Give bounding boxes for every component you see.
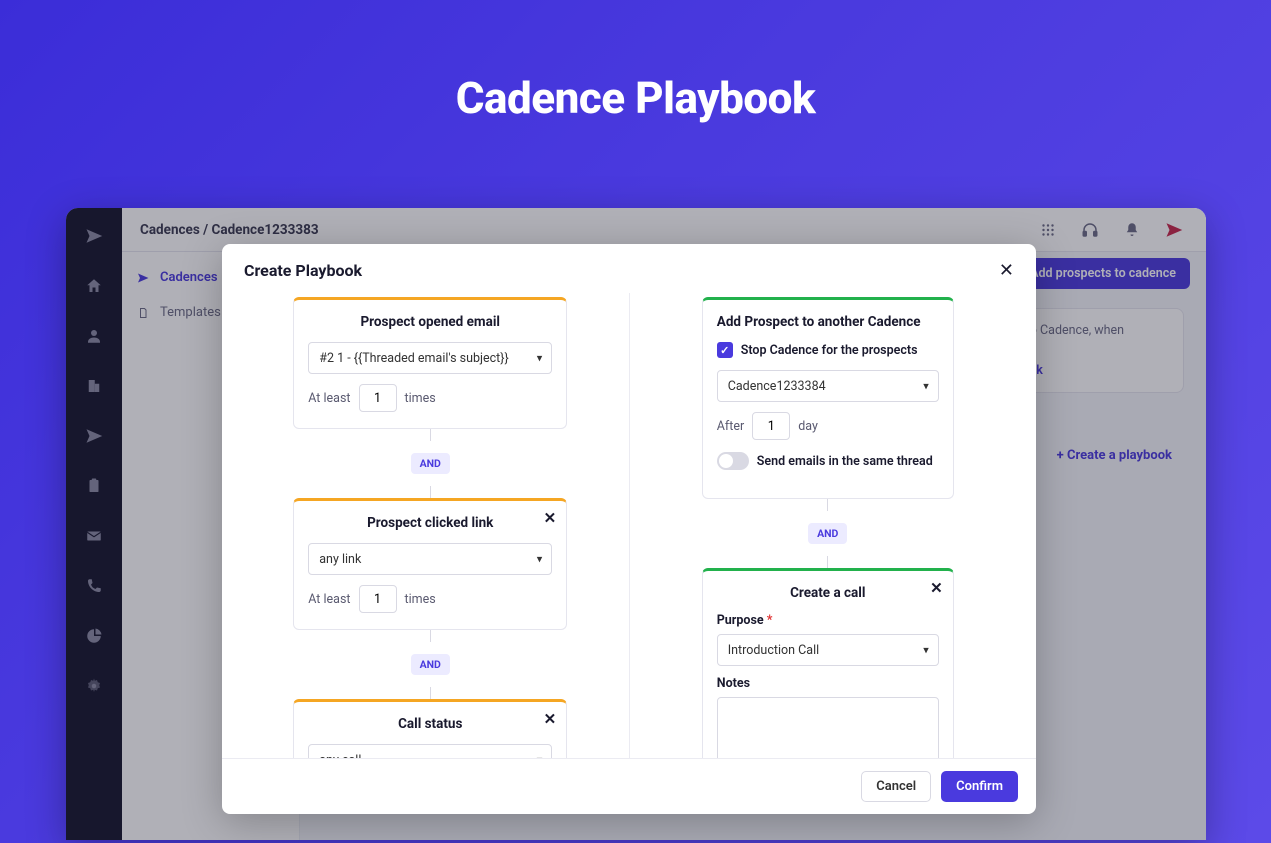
times-label: times — [405, 391, 436, 406]
and-badge: AND — [411, 453, 450, 474]
trigger-clicked-link: ✕ Prospect clicked link any link At leas… — [293, 498, 567, 630]
close-icon[interactable]: ✕ — [999, 260, 1014, 281]
and-badge: AND — [808, 523, 847, 544]
at-least-label: At least — [308, 391, 350, 406]
stop-cadence-checkbox[interactable]: ✓ — [717, 342, 733, 358]
triggers-column: Prospect opened email #2 1 - {{Threaded … — [232, 293, 630, 758]
stop-cadence-label: Stop Cadence for the prospects — [741, 343, 918, 358]
at-least-input[interactable] — [359, 384, 397, 412]
email-select[interactable]: #2 1 - {{Threaded email's subject}} — [308, 342, 552, 374]
same-thread-label: Send emails in the same thread — [757, 454, 933, 469]
after-days-input[interactable] — [752, 412, 790, 440]
call-select[interactable]: any call — [308, 744, 552, 758]
trigger-call-status: ✕ Call status any call Answered — [293, 699, 567, 758]
action-title: Create a call — [717, 585, 939, 601]
create-playbook-modal: Create Playbook ✕ Prospect opened email … — [222, 244, 1036, 814]
modal-body: Prospect opened email #2 1 - {{Threaded … — [222, 293, 1036, 758]
remove-trigger-icon[interactable]: ✕ — [544, 710, 557, 728]
modal-header: Create Playbook ✕ — [222, 244, 1036, 293]
remove-action-icon[interactable]: ✕ — [930, 579, 943, 597]
remove-trigger-icon[interactable]: ✕ — [544, 509, 557, 527]
same-thread-toggle[interactable] — [717, 452, 749, 470]
at-least-label: At least — [308, 592, 350, 607]
cancel-button[interactable]: Cancel — [861, 771, 931, 802]
purpose-select[interactable]: Introduction Call — [717, 634, 939, 666]
trigger-title: Prospect opened email — [308, 314, 552, 330]
notes-label: Notes — [717, 676, 939, 691]
app-window: Cadences / Cadence1233383 — [66, 208, 1206, 840]
action-create-call: ✕ Create a call Purpose * Introduction C… — [702, 568, 954, 758]
after-label: After — [717, 419, 744, 434]
notes-textarea[interactable] — [717, 697, 939, 758]
modal-footer: Cancel Confirm — [222, 758, 1036, 814]
target-cadence-select[interactable]: Cadence1233384 — [717, 370, 939, 402]
purpose-label: Purpose * — [717, 613, 939, 628]
at-least-input[interactable] — [359, 585, 397, 613]
trigger-title: Prospect clicked link — [308, 515, 552, 531]
times-label: times — [405, 592, 436, 607]
trigger-title: Call status — [308, 716, 552, 732]
and-badge: AND — [411, 654, 450, 675]
modal-title: Create Playbook — [244, 261, 362, 280]
day-label: day — [798, 419, 818, 434]
action-add-cadence: Add Prospect to another Cadence ✓ Stop C… — [702, 297, 954, 499]
actions-column: Add Prospect to another Cadence ✓ Stop C… — [630, 293, 1027, 758]
trigger-opened-email: Prospect opened email #2 1 - {{Threaded … — [293, 297, 567, 429]
page-title: Cadence Playbook — [0, 0, 1271, 124]
confirm-button[interactable]: Confirm — [941, 771, 1018, 802]
link-select[interactable]: any link — [308, 543, 552, 575]
action-title: Add Prospect to another Cadence — [717, 314, 939, 330]
